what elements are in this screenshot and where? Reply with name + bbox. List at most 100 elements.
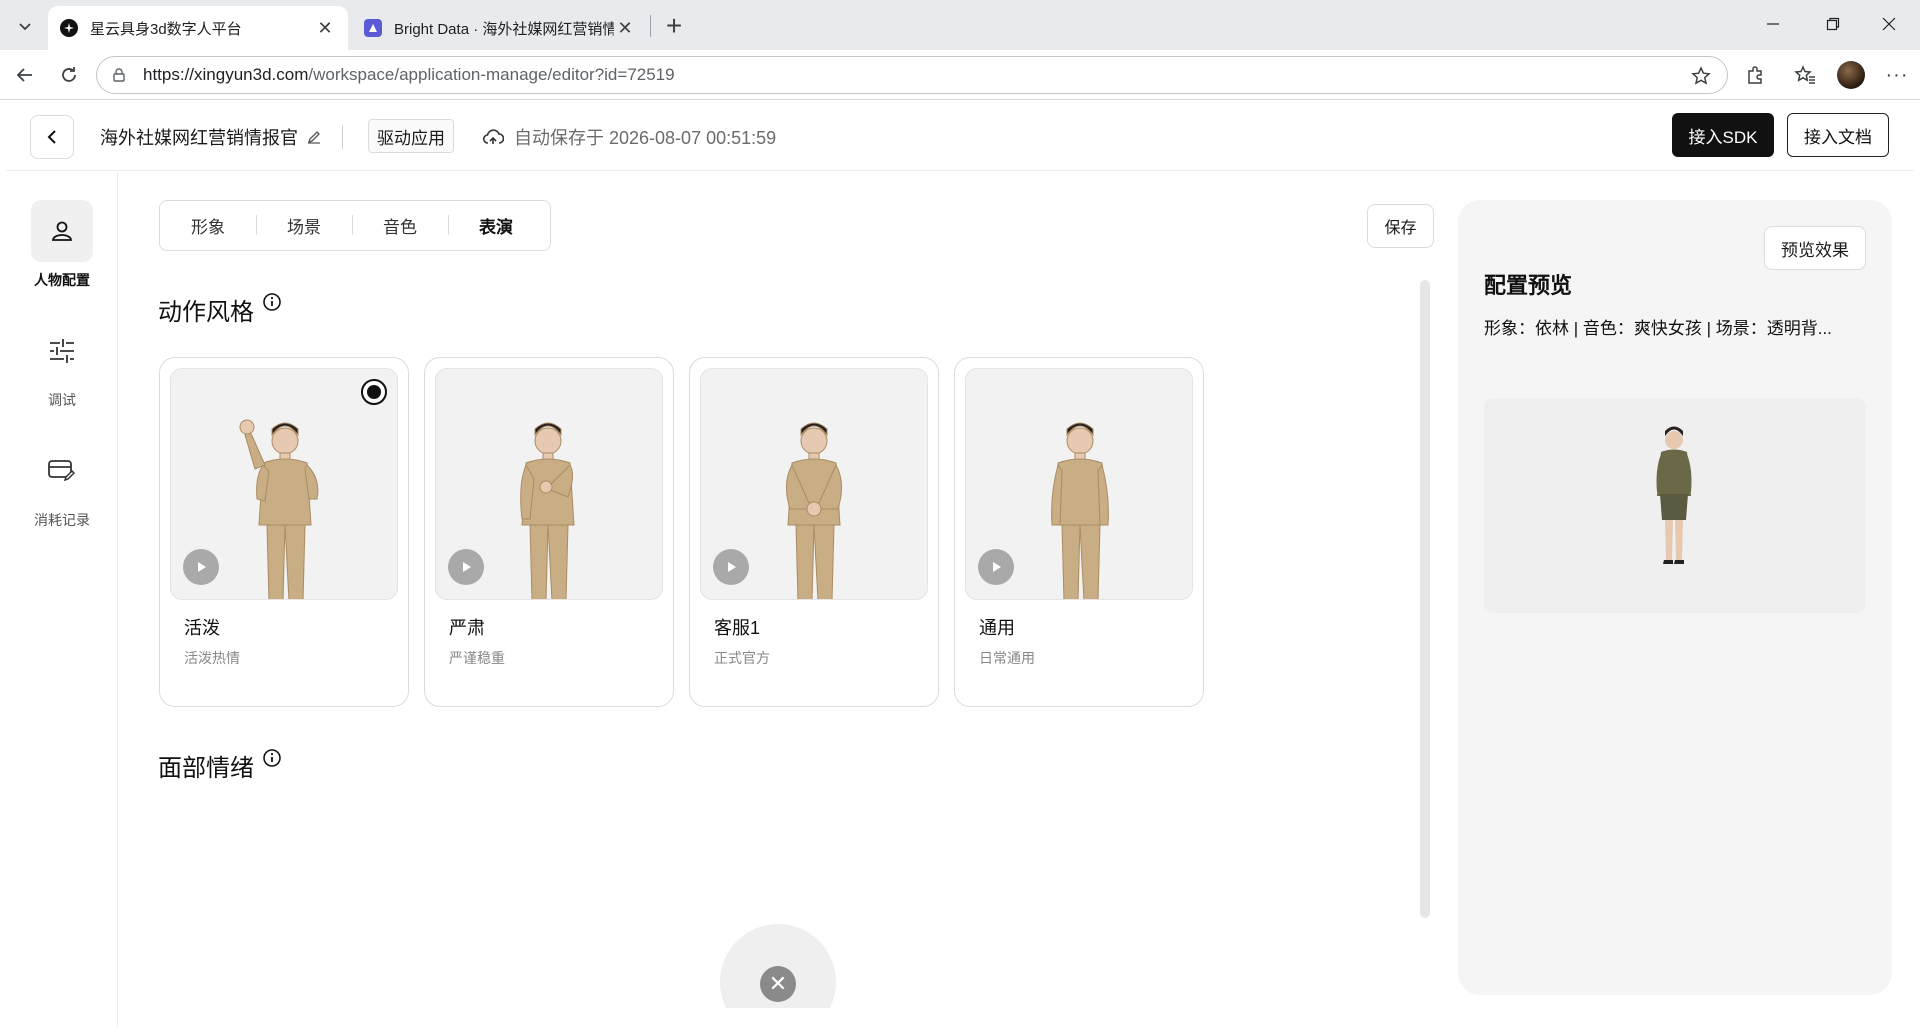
app-header: 海外社媒网红营销情报官 驱动应用 自动保存于 2026-08-07 00:51:… [6, 101, 1914, 171]
app-title: 海外社媒网红营销情报官 [100, 124, 322, 150]
style-desc: 正式官方 [714, 650, 770, 666]
close-icon [1882, 17, 1896, 31]
bookmark-star-icon[interactable] [1691, 66, 1711, 91]
sidebar-item-label: 人物配置 [34, 272, 90, 288]
restore-button[interactable] [1810, 6, 1856, 42]
reload-icon [62, 67, 76, 82]
autosave-status: 自动保存于 2026-08-07 00:51:59 [482, 124, 776, 150]
extensions-button[interactable] [1738, 58, 1772, 92]
sidebar-item-usage-records[interactable]: 消耗记录 [6, 440, 118, 530]
section-title-text: 面部情绪 [158, 755, 254, 782]
config-tabs: 形象 场景 音色 表演 [159, 200, 551, 251]
back-button[interactable] [30, 115, 74, 159]
tab-title: Bright Data · 海外社媒网红营销情报 [394, 20, 614, 38]
tab-voice[interactable]: 音色 [352, 213, 448, 238]
chevron-left-icon [47, 130, 56, 144]
more-menu-button[interactable]: ··· [1880, 58, 1914, 92]
docs-button[interactable]: 接入文档 [1787, 113, 1889, 157]
selected-radio[interactable] [361, 379, 387, 405]
info-icon[interactable] [262, 747, 282, 775]
preview-title: 配置预览 [1484, 273, 1573, 298]
play-icon[interactable] [978, 549, 1014, 585]
browser-tab-active[interactable]: 星云具身3d数字人平台 ✕ [48, 6, 348, 50]
reload-button[interactable] [52, 58, 86, 92]
sliders-icon [31, 320, 93, 382]
autosave-text: 自动保存于 2026-08-07 00:51:59 [514, 128, 777, 148]
favorites-star-icon [1794, 65, 1815, 84]
section-title-text: 动作风格 [158, 299, 254, 326]
more-dots-icon: ··· [1885, 63, 1909, 86]
cloud-sync-icon [482, 129, 504, 144]
facial-emotion-heading: 面部情绪 [158, 748, 282, 783]
minimize-icon [1767, 23, 1779, 25]
browser-toolbar: https://xingyun3d.com/workspace/applicat… [0, 50, 1920, 100]
person-icon [31, 200, 93, 262]
style-name: 通用 [979, 618, 1015, 638]
style-card-customer-service[interactable]: 客服1 正式官方 [689, 357, 939, 707]
left-sidebar: 人物配置 调试 消耗记录 [6, 172, 118, 1027]
avatar-thumbnail [435, 368, 663, 600]
profile-button[interactable] [1834, 58, 1868, 92]
action-style-heading: 动作风格 [158, 292, 282, 327]
back-nav-button[interactable] [8, 58, 42, 92]
preview-effect-button[interactable]: 预览效果 [1764, 226, 1866, 270]
tab-title: 星云具身3d数字人平台 [90, 20, 242, 38]
style-desc: 活泼热情 [184, 650, 240, 666]
content-scrollbar[interactable] [1420, 280, 1430, 918]
tab-search-button[interactable] [8, 10, 42, 42]
chevron-down-icon [19, 23, 31, 31]
tab-appearance[interactable]: 形象 [160, 213, 256, 238]
avatar [1837, 61, 1865, 89]
style-name: 严肃 [449, 618, 485, 638]
empty-state-placeholder: ✕ [720, 924, 836, 1008]
puzzle-icon [1748, 66, 1762, 84]
restore-icon [1826, 17, 1840, 31]
tab-scene[interactable]: 场景 [256, 213, 352, 238]
info-icon[interactable] [262, 291, 282, 319]
browser-tabstrip: 星云具身3d数字人平台 ✕ Bright Data · 海外社媒网红营销情报 ✕… [0, 0, 1920, 50]
address-bar[interactable]: https://xingyun3d.com/workspace/applicat… [96, 56, 1728, 94]
play-icon[interactable] [448, 549, 484, 585]
url-host: https://xingyun3d.com [143, 65, 309, 84]
style-card-serious[interactable]: 严肃 严谨稳重 [424, 357, 674, 707]
avatar-thumbnail [965, 368, 1193, 600]
sidebar-item-character-config[interactable]: 人物配置 [6, 200, 118, 290]
pencil-edit-icon[interactable] [306, 129, 322, 145]
site-info-icon[interactable] [111, 67, 129, 83]
sidebar-item-label: 消耗记录 [34, 512, 90, 528]
style-card-lively[interactable]: 活泼 活泼热情 [159, 357, 409, 707]
close-tab-icon[interactable]: ✕ [614, 17, 636, 39]
new-tab-button[interactable]: + [656, 8, 692, 44]
browser-tab-inactive[interactable]: Bright Data · 海外社媒网红营销情报 ✕ [352, 6, 648, 50]
config-preview-panel: 预览效果 配置预览 形象：依林 | 音色：爽快女孩 | 场景：透明背... [1458, 200, 1892, 995]
xingyun-favicon-icon [60, 19, 78, 37]
sdk-button[interactable]: 接入SDK [1672, 113, 1774, 157]
tab-divider [650, 15, 651, 37]
sidebar-item-debug[interactable]: 调试 [6, 320, 118, 410]
brightdata-favicon-icon [364, 19, 382, 37]
app-title-text: 海外社媒网红营销情报官 [100, 128, 298, 148]
preview-stage [1484, 398, 1866, 613]
close-window-button[interactable] [1866, 6, 1912, 42]
style-desc: 严谨稳重 [449, 650, 505, 666]
error-x-icon: ✕ [760, 966, 796, 1002]
minimize-button[interactable] [1750, 6, 1796, 42]
style-name: 活泼 [184, 618, 220, 638]
preview-avatar-icon [1656, 426, 1692, 564]
style-card-general[interactable]: 通用 日常通用 [954, 357, 1204, 707]
tab-performance[interactable]: 表演 [448, 213, 544, 238]
play-icon[interactable] [713, 549, 749, 585]
style-name: 客服1 [714, 618, 761, 638]
favorites-button[interactable] [1788, 58, 1822, 92]
preview-meta: 形象：依林 | 音色：爽快女孩 | 场景：透明背... [1484, 319, 1832, 338]
play-icon[interactable] [183, 549, 219, 585]
arrow-left-icon [16, 68, 32, 82]
close-tab-icon[interactable]: ✕ [314, 17, 336, 39]
style-desc: 日常通用 [979, 650, 1035, 666]
card-edit-icon [31, 440, 93, 502]
sidebar-item-label: 调试 [48, 392, 76, 408]
header-divider [342, 125, 343, 149]
avatar-thumbnail [170, 368, 398, 600]
avatar-thumbnail [700, 368, 928, 600]
save-button[interactable]: 保存 [1367, 204, 1434, 248]
